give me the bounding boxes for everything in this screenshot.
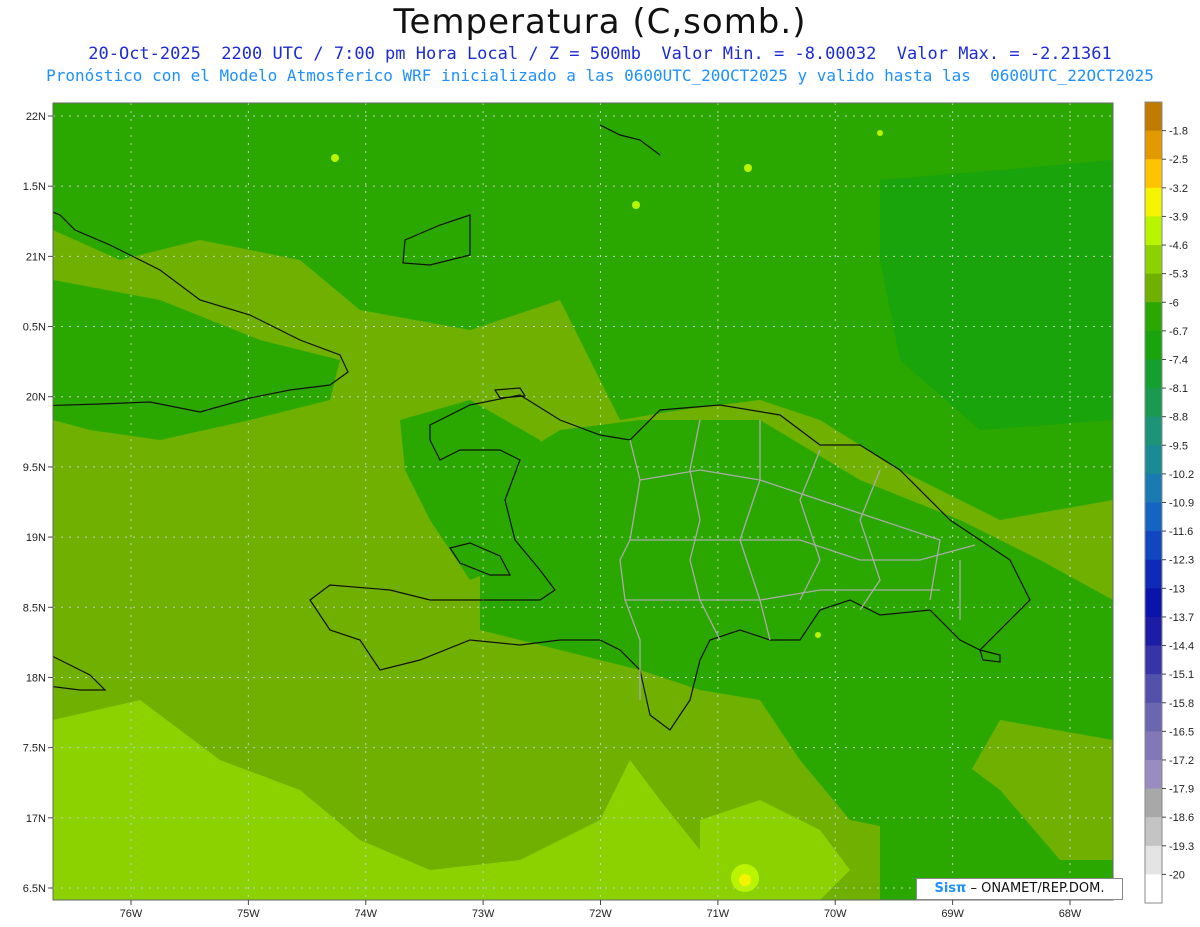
- colorbar-swatch: [1145, 216, 1162, 246]
- colorbar-swatch: [1145, 845, 1162, 875]
- colorbar-label: -15.8: [1169, 698, 1194, 710]
- colorbar-swatch: [1145, 187, 1162, 217]
- colorbar-label: -18.6: [1169, 812, 1194, 824]
- lon-label: 68W: [1059, 908, 1082, 920]
- colorbar-label: -19.3: [1169, 841, 1194, 853]
- colorbar-swatch: [1145, 788, 1162, 818]
- colorbar-label: -10.2: [1169, 469, 1194, 481]
- lat-label: 0.5N: [23, 322, 46, 334]
- colorbar-swatch: [1145, 445, 1162, 475]
- colorbar-label: -13: [1169, 583, 1185, 595]
- colorbar-label: -2.5: [1169, 154, 1188, 166]
- colorbar-swatch: [1145, 817, 1162, 847]
- colorbar-swatch: [1145, 159, 1162, 189]
- colorbar-label: -14.4: [1169, 641, 1194, 653]
- colorbar-swatch: [1145, 130, 1162, 160]
- lon-label: 72W: [589, 908, 612, 920]
- colorbar-swatch: [1145, 302, 1162, 332]
- temperature-map: 22N 1.5N 21N 0.5N 20N 9.5N 19N 8.5N 18N 7.5N 17N 6.…: [23, 101, 1194, 920]
- colorbar-label: -8.8: [1169, 412, 1188, 424]
- longitude-labels: 76W 75W 74W 73W 72W 71W 70W 69W 68W: [120, 900, 1082, 920]
- warm-spot: [632, 201, 640, 209]
- lat-label: 9.5N: [23, 462, 46, 474]
- colorbar-swatch: [1145, 588, 1162, 618]
- colorbar: -1.8 -2.5 -3.2 -3.9 -4.6 -5.3 -6 -6.7 -7.4 -8.1 -8…: [1144, 101, 1194, 904]
- lat-label: 8.5N: [23, 602, 46, 614]
- credit-text: – ONAMET/REP.DOM.: [970, 881, 1105, 896]
- colorbar-label: -16.5: [1169, 726, 1194, 738]
- colorbar-swatch: [1145, 674, 1162, 704]
- colorbar-label: -4.6: [1169, 240, 1188, 252]
- colorbar-label: -3.9: [1169, 211, 1188, 223]
- colorbar-label: -15.1: [1169, 669, 1194, 681]
- latitude-labels: 22N 1.5N 21N 0.5N 20N 9.5N 19N 8.5N 18N 7.5N 17N 6.…: [23, 111, 53, 895]
- colorbar-swatch: [1145, 645, 1162, 675]
- colorbar-swatch: [1145, 245, 1162, 275]
- colorbar-label: -17.2: [1169, 755, 1194, 767]
- warm-spot-core: [739, 874, 751, 886]
- colorbar-swatch: [1145, 330, 1162, 360]
- colorbar-swatch: [1145, 388, 1162, 418]
- colorbar-swatch: [1145, 473, 1162, 503]
- colorbar-label: -6: [1169, 297, 1179, 309]
- lon-label: 73W: [472, 908, 495, 920]
- lat-label: 18N: [26, 672, 46, 684]
- credit-box: Sisπ – ONAMET/REP.DOM.: [916, 878, 1123, 900]
- colorbar-label: -17.9: [1169, 784, 1194, 796]
- lon-label: 70W: [824, 908, 847, 920]
- lon-label: 74W: [354, 908, 377, 920]
- colorbar-swatch: [1145, 731, 1162, 761]
- colorbar-label: -1.8: [1169, 126, 1188, 138]
- lon-label: 75W: [237, 908, 260, 920]
- colorbar-swatch: [1145, 359, 1162, 389]
- colorbar-label: -10.9: [1169, 498, 1194, 510]
- lat-label: 1.5N: [23, 181, 46, 193]
- lat-label: 20N: [26, 392, 46, 404]
- colorbar-label: -7.4: [1169, 354, 1188, 366]
- lat-label: 17N: [26, 813, 46, 825]
- colorbar-swatch: [1145, 874, 1162, 904]
- colorbar-label: -5.3: [1169, 269, 1188, 281]
- lon-label: 76W: [120, 908, 143, 920]
- colorbar-label: -8.1: [1169, 383, 1188, 395]
- warm-spot: [744, 164, 752, 172]
- colorbar-label: -12.3: [1169, 555, 1194, 567]
- colorbar-swatch: [1145, 416, 1162, 446]
- colorbar-swatch: [1145, 502, 1162, 532]
- colorbar-swatch: [1145, 702, 1162, 732]
- colorbar-swatch: [1145, 616, 1162, 647]
- colorbar-swatch: [1145, 102, 1162, 132]
- colorbar-swatch: [1145, 559, 1162, 589]
- lat-label: 21N: [26, 251, 46, 263]
- lon-label: 69W: [941, 908, 964, 920]
- colorbar-label: -9.5: [1169, 440, 1188, 452]
- colorbar-label: -6.7: [1169, 326, 1188, 338]
- colorbar-swatch: [1145, 531, 1162, 561]
- warm-spot: [877, 130, 883, 136]
- colorbar-label: -13.7: [1169, 612, 1194, 624]
- map-field: [53, 103, 1113, 900]
- colorbar-swatch: [1145, 759, 1162, 790]
- colorbar-label: -3.2: [1169, 183, 1188, 195]
- lon-label: 71W: [707, 908, 730, 920]
- lat-label: 19N: [26, 532, 46, 544]
- sispi-logo: Sisπ: [934, 881, 967, 896]
- colorbar-swatch: [1145, 273, 1162, 303]
- warm-spot: [331, 154, 339, 162]
- lat-label: 7.5N: [23, 743, 46, 755]
- colorbar-label: -11.6: [1169, 526, 1193, 538]
- lat-label: 22N: [26, 111, 46, 123]
- lat-label: 6.5N: [23, 883, 46, 895]
- colorbar-label: -20: [1169, 869, 1185, 881]
- warm-spot: [815, 632, 821, 638]
